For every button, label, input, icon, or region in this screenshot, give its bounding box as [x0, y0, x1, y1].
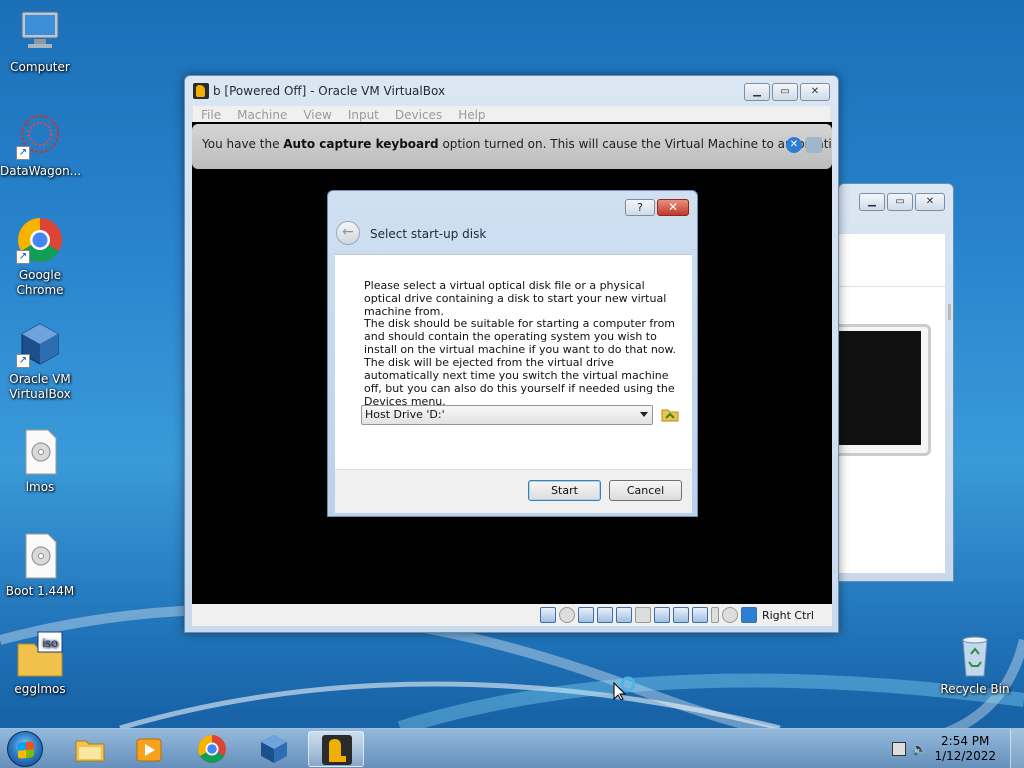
chrome-icon: [198, 735, 226, 763]
taskbar: 🔈 2:54 PM 1/12/2022: [0, 728, 1024, 768]
desktop-icon-chrome[interactable]: ↗ Google Chrome: [0, 216, 80, 298]
mouse-integration-icon[interactable]: [721, 607, 738, 623]
vm-preview: [839, 331, 921, 445]
selected-drive: Host Drive 'D:': [365, 408, 445, 421]
disc-file-icon: [16, 532, 64, 580]
optical-drive-icon[interactable]: [558, 607, 575, 623]
background-window[interactable]: ▁ ▭ ✕: [838, 183, 954, 582]
optical-drive-select[interactable]: Host Drive 'D:': [361, 405, 653, 425]
help-button[interactable]: ?: [625, 199, 655, 216]
dialog-footer: Start Cancel: [335, 469, 692, 513]
volume-icon[interactable]: 🔈: [912, 742, 927, 756]
host-key-label: Right Ctrl: [761, 608, 814, 622]
video-capture-icon[interactable]: [672, 607, 689, 623]
datawagon-icon: ↗: [16, 112, 64, 160]
recycle-bin-icon: [951, 630, 999, 678]
window-controls: ▁ ▭ ✕: [744, 83, 830, 101]
cancel-button[interactable]: Cancel: [609, 480, 682, 501]
back-arrow-icon[interactable]: ←: [336, 221, 360, 245]
dialog-body: Please select a virtual optical disk fil…: [335, 254, 692, 469]
desktop-icon-virtualbox[interactable]: ↗ Oracle VM VirtualBox: [0, 320, 80, 402]
chrome-icon: ↗: [16, 216, 64, 264]
taskbar-vm-window[interactable]: [308, 731, 364, 767]
desktop-icon-computer[interactable]: Computer: [0, 8, 80, 75]
vm-status-bar: Right Ctrl: [192, 604, 832, 626]
cpu-icon[interactable]: [710, 607, 719, 623]
media-player-icon: [136, 738, 162, 762]
desktop-icon-recycle-bin[interactable]: Recycle Bin: [935, 630, 1015, 697]
chevron-down-icon: [640, 412, 648, 417]
display-icon[interactable]: [653, 607, 670, 623]
minimize-button[interactable]: ▁: [744, 83, 770, 101]
close-button[interactable]: ✕: [800, 83, 830, 101]
shared-folders-icon[interactable]: [634, 607, 651, 623]
clock-date: 1/12/2022: [934, 749, 996, 763]
iso-folder-icon: iso: [16, 630, 64, 678]
taskbar-chrome[interactable]: [184, 731, 240, 767]
desktop-icon-boot[interactable]: Boot 1.44M: [0, 532, 80, 599]
system-tray: 🔈 2:54 PM 1/12/2022: [884, 729, 1024, 768]
select-startup-disk-dialog[interactable]: ? ✕ ← Select start-up disk Please select…: [327, 190, 698, 517]
dialog-controls: ? ✕: [625, 199, 689, 216]
taskbar-explorer[interactable]: [62, 731, 118, 767]
mouse-cursor-icon: [613, 676, 636, 700]
hard-disk-icon[interactable]: [539, 607, 556, 623]
intro-text: Please select a virtual optical disk fil…: [364, 279, 667, 318]
notice-actions: ✕: [786, 137, 822, 153]
virtualbox-icon: ↗: [16, 320, 64, 368]
clock[interactable]: 2:54 PM 1/12/2022: [934, 734, 996, 764]
audio-icon[interactable]: [577, 607, 594, 623]
disc-file-icon: [16, 428, 64, 476]
host-key-arrow-icon[interactable]: [740, 607, 757, 623]
keyboard-capture-icon[interactable]: [806, 137, 822, 153]
desktop-icon-lmos[interactable]: lmos: [0, 428, 80, 495]
shortcut-arrow-icon: ↗: [16, 146, 30, 160]
vm-app-icon: [322, 735, 352, 765]
network-tray-icon[interactable]: [892, 742, 906, 756]
taskbar-media-player[interactable]: [122, 731, 178, 767]
shortcut-arrow-icon: ↗: [16, 250, 30, 264]
computer-icon: [16, 8, 64, 56]
maximize-button[interactable]: ▭: [887, 193, 913, 211]
start-button[interactable]: Start: [528, 480, 601, 501]
start-button[interactable]: [7, 731, 43, 767]
minimize-button[interactable]: ▁: [859, 193, 885, 211]
taskbar-virtualbox-manager[interactable]: [246, 731, 302, 767]
desktop-icon-datawagon[interactable]: ↗ DataWagon...: [0, 112, 81, 179]
choose-disk-file-button[interactable]: [661, 405, 679, 423]
maximize-button[interactable]: ▭: [772, 83, 798, 101]
title-bar[interactable]: b [Powered Off] - Oracle VM VirtualBox ▁…: [185, 76, 838, 106]
description-text: The disk should be suitable for starting…: [364, 317, 677, 408]
vt-x-icon[interactable]: [691, 607, 708, 623]
virtualbox-icon: [261, 735, 287, 763]
auto-capture-notice: You have the Auto capture keyboard optio…: [192, 124, 832, 169]
shortcut-arrow-icon: ↗: [16, 354, 30, 368]
svg-text:iso: iso: [42, 636, 58, 650]
window-content: [839, 234, 951, 573]
close-notice-icon[interactable]: ✕: [786, 137, 802, 153]
window-title: b [Powered Off] - Oracle VM VirtualBox: [213, 84, 446, 98]
network-icon[interactable]: [596, 607, 613, 623]
window-controls: ▁ ▭ ✕: [859, 193, 945, 211]
close-button[interactable]: ✕: [915, 193, 945, 211]
virtualbox-app-icon: [193, 83, 209, 99]
folder-icon: [661, 409, 679, 422]
dialog-title: Select start-up disk: [370, 227, 487, 241]
show-desktop-button[interactable]: [1010, 729, 1024, 768]
folder-icon: [75, 740, 105, 762]
usb-icon[interactable]: [615, 607, 632, 623]
clock-time: 2:54 PM: [941, 734, 990, 748]
desktop-icon-egglmos[interactable]: iso egglmos: [0, 630, 80, 697]
close-dialog-button[interactable]: ✕: [657, 199, 689, 216]
